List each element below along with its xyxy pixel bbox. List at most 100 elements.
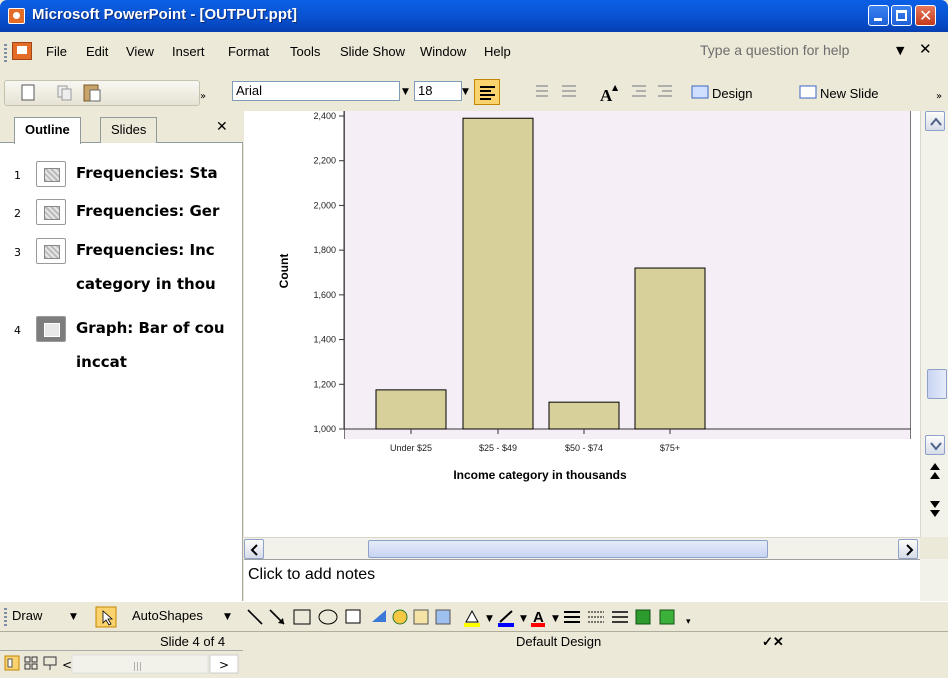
x-tick-label: $50 - $74: [565, 443, 603, 453]
outline-item-number: 4: [14, 324, 21, 337]
new-slide-button[interactable]: New Slide: [820, 86, 879, 101]
scroll-right-button[interactable]: [898, 539, 918, 559]
bar: [548, 401, 620, 430]
decrease-indent-icon: [632, 85, 646, 97]
help-search-input[interactable]: Type a question for help: [700, 42, 890, 62]
line-color-icon: [499, 610, 513, 623]
drawbar-grip[interactable]: [4, 608, 7, 626]
close-pane-icon[interactable]: ✕: [216, 119, 228, 135]
font-name-select[interactable]: Arial: [232, 81, 400, 101]
autoshapes-dropdown-icon[interactable]: ▼: [224, 612, 231, 622]
tab-outline[interactable]: Outline: [14, 117, 81, 144]
size-dropdown-icon[interactable]: ▼: [462, 87, 469, 97]
menu-edit[interactable]: Edit: [86, 44, 108, 59]
slide-count-status: Slide 4 of 4: [160, 634, 226, 649]
powerpoint-window: Microsoft PowerPoint - [OUTPUT.ppt] ✕ Fi…: [0, 0, 948, 677]
outline-item-number: 1: [14, 169, 21, 182]
menu-tools[interactable]: Tools: [290, 44, 320, 59]
help-dropdown-icon[interactable]: ▼: [896, 44, 904, 57]
scroll-left-button[interactable]: [244, 539, 264, 559]
svg-text:▼: ▼: [486, 614, 493, 624]
y-tick-label: 2,000: [313, 200, 336, 210]
bar: [634, 267, 706, 430]
outline-pane: Outline Slides ✕ 1 Frequencies: Sta 2 Fr…: [0, 111, 243, 677]
close-icon: ✕: [919, 6, 933, 25]
x-tick-label: $75+: [660, 443, 680, 453]
font-size-select[interactable]: 18: [414, 81, 462, 101]
y-axis-title: Count: [277, 254, 291, 289]
bullets-icon: [562, 85, 576, 97]
new-document-icon: [21, 84, 35, 101]
view-buttons: < ||| >: [4, 654, 239, 674]
menu-window[interactable]: Window: [420, 44, 466, 59]
tab-slides[interactable]: Slides: [100, 117, 158, 143]
close-document-icon[interactable]: ✕: [919, 40, 932, 58]
maximize-button[interactable]: [891, 5, 912, 26]
bar: [462, 117, 534, 430]
y-tick-label: 1,000: [313, 424, 336, 434]
x-tick-label: Under $25: [390, 443, 432, 453]
spelling-status-icon[interactable]: ✓✕: [762, 634, 784, 650]
design-button[interactable]: Design: [712, 86, 752, 101]
svg-text:▲: ▲: [612, 83, 619, 92]
scroll-down-button[interactable]: [925, 435, 945, 455]
scroll-up-button[interactable]: [925, 111, 945, 131]
title-bar[interactable]: Microsoft PowerPoint - [OUTPUT.ppt] ✕: [0, 0, 948, 32]
menubar-grip[interactable]: [4, 44, 7, 64]
slide-sorter-view-icon: [24, 656, 38, 670]
diagram-icon: [392, 609, 408, 625]
shadow-style-icon: [635, 609, 651, 625]
design-icon: [691, 85, 709, 99]
outline-item-title: Frequencies: Inc: [76, 241, 215, 259]
oval-icon: [318, 609, 338, 625]
svg-text:▼: ▼: [520, 614, 527, 624]
notes-scrollbar[interactable]: [920, 559, 948, 601]
numbering-icon: [536, 85, 548, 97]
scroll-left-icon: <: [62, 658, 72, 672]
clip-art-icon: [413, 609, 429, 625]
menu-slide-show[interactable]: Slide Show: [340, 44, 405, 59]
line-icon: [247, 609, 263, 625]
y-tick-label: 1,400: [313, 335, 336, 345]
minimize-button[interactable]: [868, 5, 889, 26]
vertical-scroll-thumb[interactable]: [927, 369, 947, 399]
outline-item-number: 3: [14, 246, 21, 259]
menu-help[interactable]: Help: [484, 44, 511, 59]
minimize-icon: [874, 18, 882, 21]
menu-format[interactable]: Format: [228, 44, 269, 59]
menu-insert[interactable]: Insert: [172, 44, 205, 59]
draw-menu-button[interactable]: Draw: [12, 608, 42, 623]
bar: [375, 389, 447, 430]
notes-pane[interactable]: Click to add notes: [244, 559, 920, 601]
menu-view[interactable]: View: [126, 44, 154, 59]
status-bar: Slide 4 of 4 Default Design ✓✕: [0, 631, 948, 649]
previous-slide-button[interactable]: [925, 457, 945, 493]
scroll-right-icon: >: [219, 658, 229, 672]
vertical-scrollbar[interactable]: [920, 111, 948, 537]
slide-icon: [36, 199, 66, 225]
document-menu-icon[interactable]: [12, 42, 32, 60]
horizontal-scroll-thumb[interactable]: [368, 540, 768, 558]
menu-bar: File Edit View Insert Format Tools Slide…: [0, 32, 948, 77]
align-left-button[interactable]: [474, 79, 500, 105]
line-style-icon: [564, 611, 580, 623]
font-dropdown-icon[interactable]: ▼: [402, 87, 409, 97]
drawbar-overflow-icon: ▾: [686, 617, 691, 627]
slide-canvas[interactable]: 1,000 1,200 1,400 1,600 1,800 2,000 2,200 2,400…: [244, 111, 920, 537]
window-title: Microsoft PowerPoint - [OUTPUT.ppt]: [32, 6, 297, 23]
svg-text:▼: ▼: [552, 614, 559, 624]
powerpoint-app-icon[interactable]: [8, 8, 25, 24]
y-tick-label: 1,200: [313, 379, 336, 389]
horizontal-scrollbar[interactable]: [244, 537, 920, 559]
close-button[interactable]: ✕: [915, 5, 936, 26]
next-slide-button[interactable]: [925, 495, 945, 531]
outline-item-title: Graph: Bar of cou: [76, 319, 225, 337]
draw-dropdown-icon[interactable]: ▼: [70, 612, 77, 622]
outline-item-title: Frequencies: Sta: [76, 164, 218, 182]
arrow-style-icon: [612, 611, 628, 623]
bar-chart[interactable]: 1,000 1,200 1,400 1,600 1,800 2,000 2,200 2,400…: [244, 111, 920, 537]
menu-file[interactable]: File: [46, 44, 67, 59]
autoshapes-button[interactable]: AutoShapes: [132, 608, 203, 623]
x-tick-label: $25 - $49: [479, 443, 517, 453]
dash-style-icon: [588, 611, 604, 623]
